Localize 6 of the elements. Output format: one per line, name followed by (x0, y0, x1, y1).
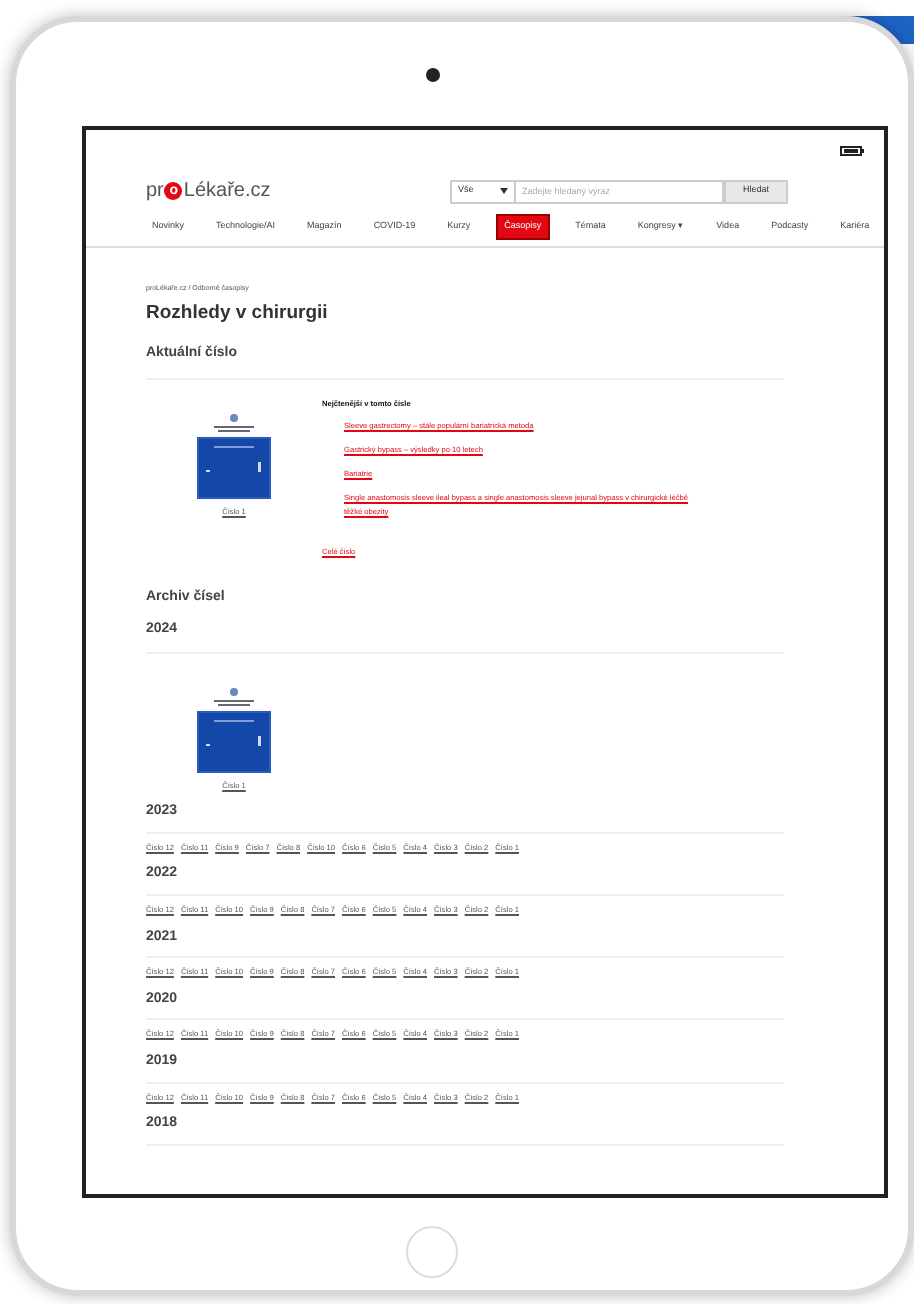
camera-icon (425, 68, 439, 82)
battery-icon (840, 146, 864, 156)
page-title: Rozhledy v chirurgii (146, 300, 330, 328)
journal-cover-drawing[interactable] (196, 411, 272, 500)
journal-cover-drawing[interactable] (196, 685, 272, 774)
caret-icon (500, 188, 508, 194)
